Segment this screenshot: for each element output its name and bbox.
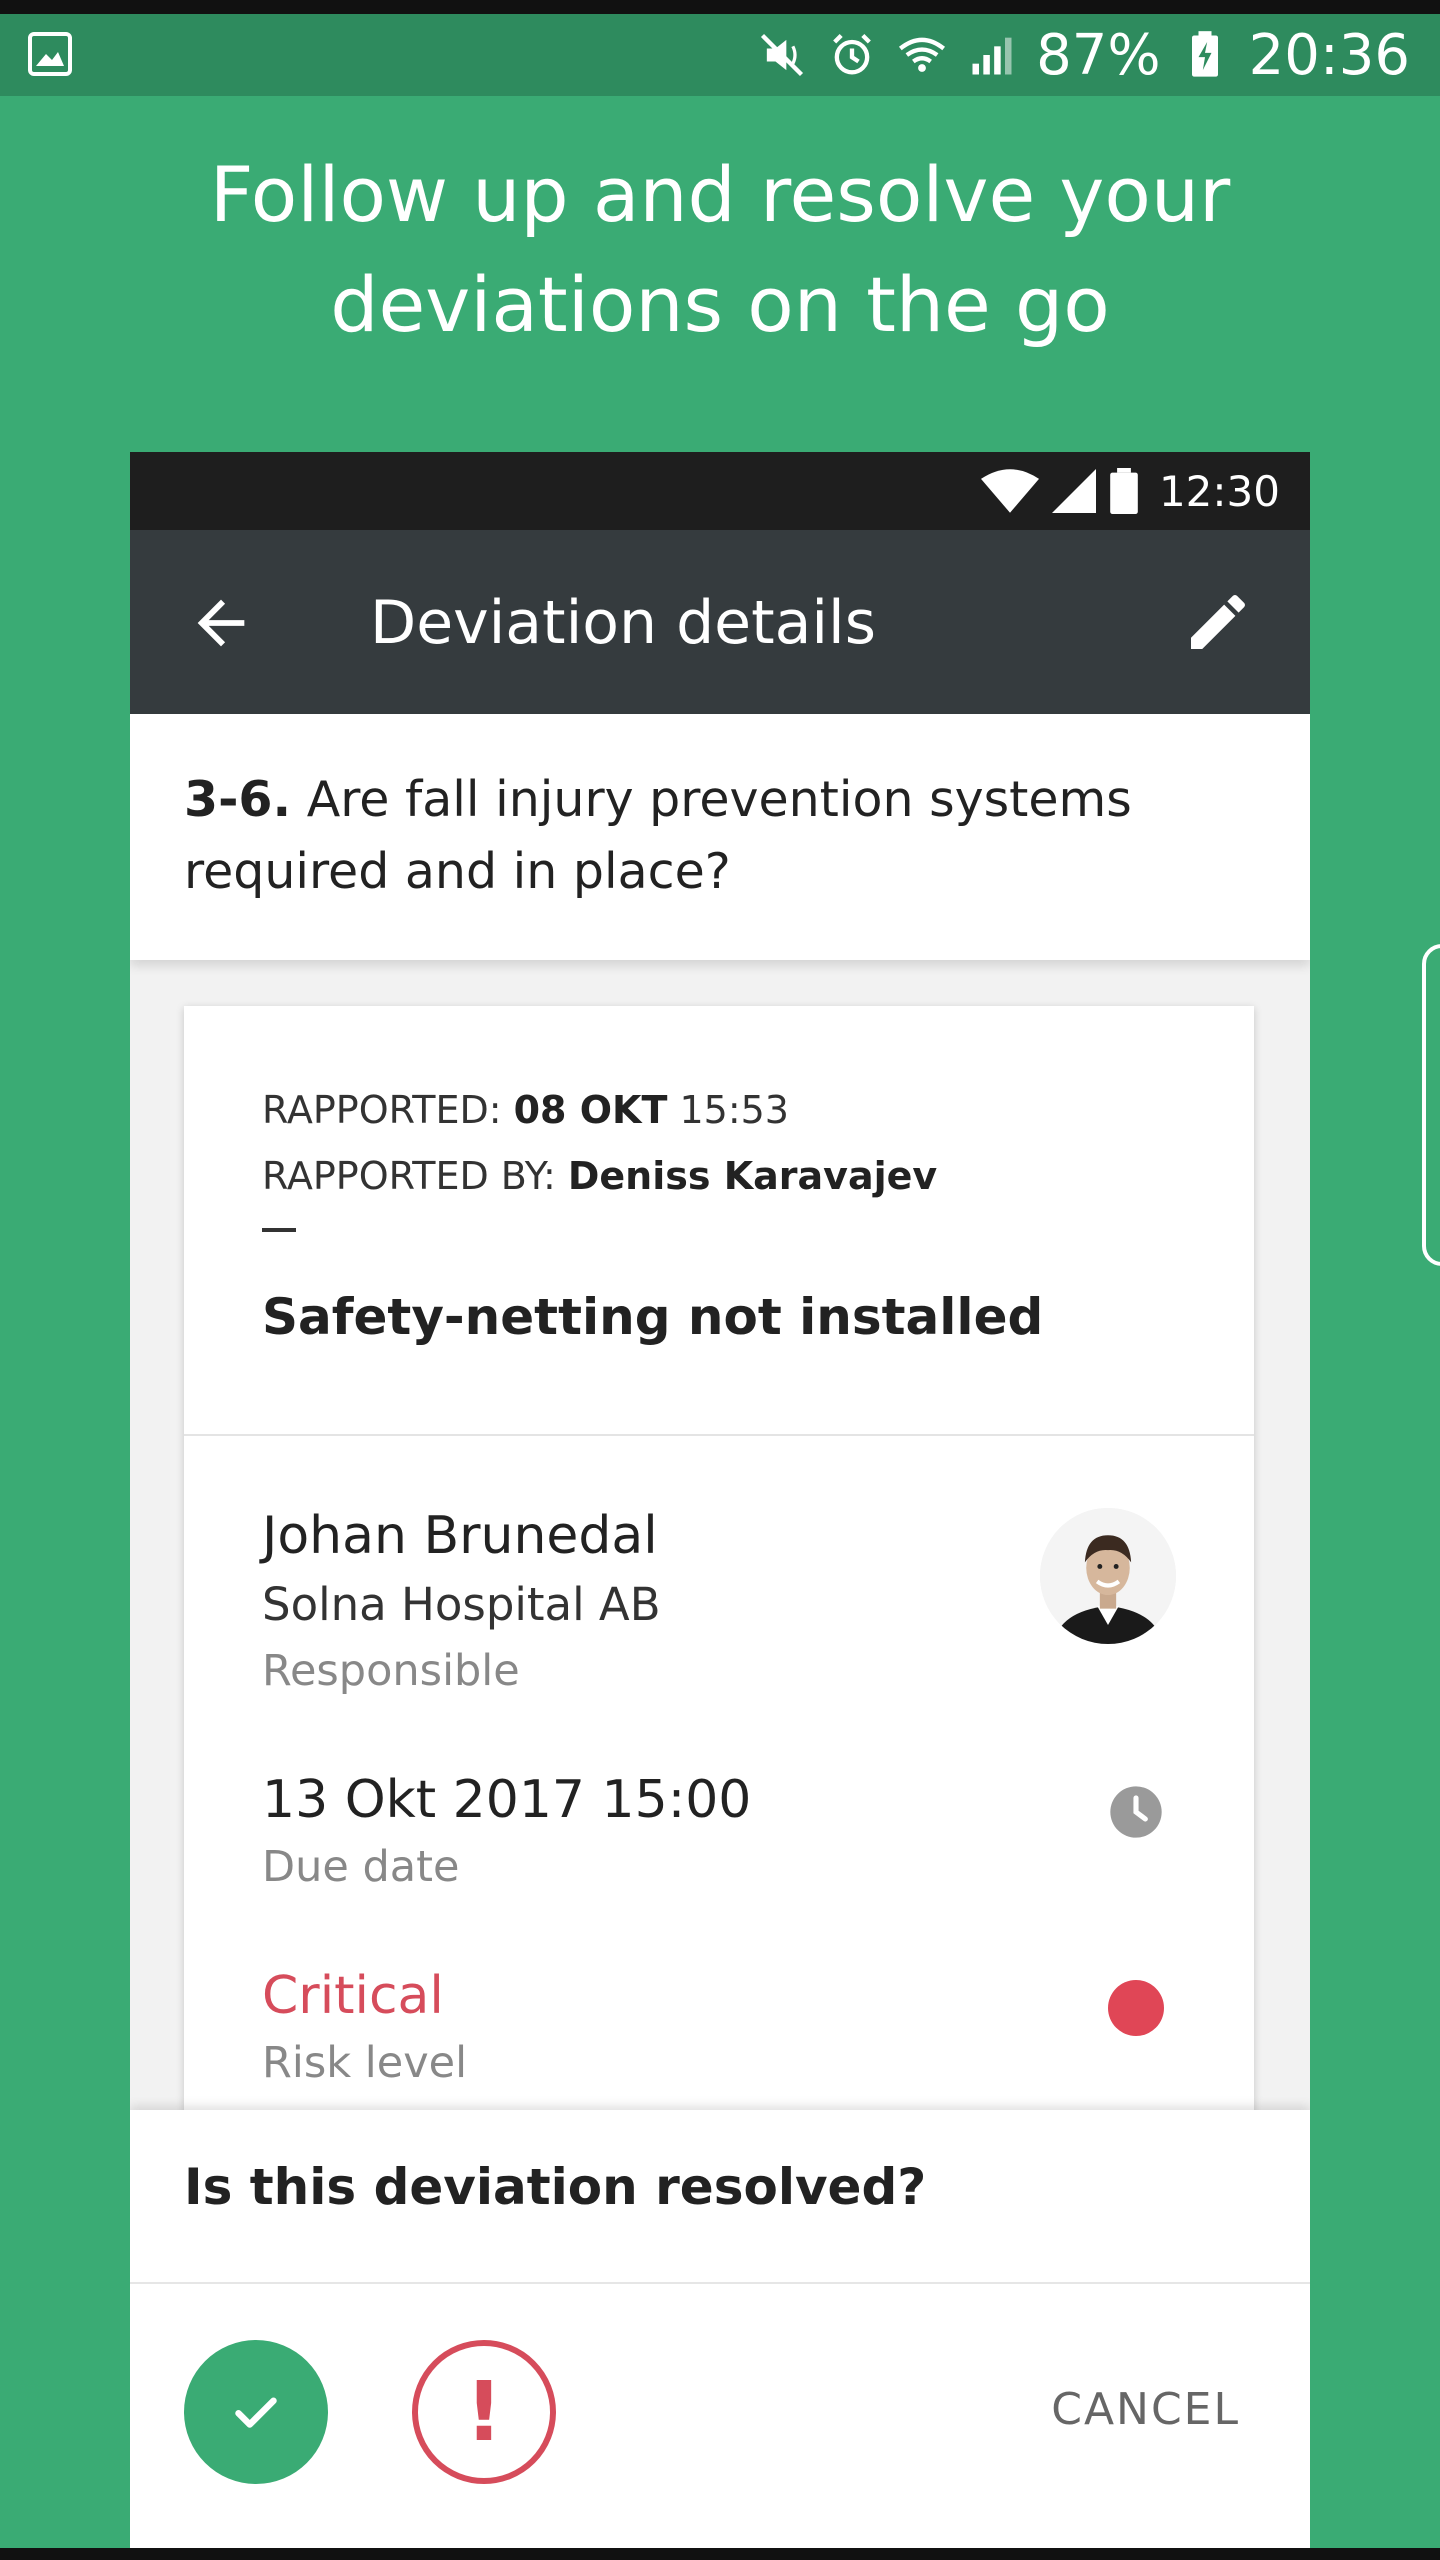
headline: Follow up and resolve your deviations on… — [0, 140, 1440, 360]
check-icon — [235, 2397, 277, 2428]
gallery-icon — [28, 32, 72, 76]
app-bar: Deviation details — [130, 530, 1310, 714]
risk-level-value: Critical — [262, 1966, 444, 2026]
device-status-bar: 87% 20:36 — [0, 14, 1440, 96]
headline-line-1: Follow up and resolve your — [209, 150, 1231, 239]
signal-icon — [1051, 469, 1096, 513]
avatar[interactable] — [1040, 1508, 1176, 1644]
phone-mockup: 12:30 Deviation details 3-6. Are fall in… — [130, 452, 1310, 2560]
deviation-detail-card: RAPPORTED: 08 OKT 15:53 RAPPORTED BY: De… — [184, 1006, 1254, 2186]
battery-charging-icon — [1191, 31, 1218, 77]
responsible-role: Responsible — [262, 1646, 520, 1696]
edit-pencil-icon[interactable] — [1182, 586, 1254, 658]
back-arrow-icon[interactable] — [186, 588, 256, 658]
risk-indicator-dot — [1108, 1980, 1164, 2036]
reported-label: RAPPORTED: — [262, 1088, 514, 1132]
edge-panel-handle[interactable] — [1422, 944, 1440, 1266]
bottom-edge — [0, 2548, 1440, 2560]
sheet-divider — [130, 2282, 1310, 2284]
exclamation-icon: ! — [465, 2364, 503, 2460]
cancel-button[interactable]: CANCEL — [1051, 2384, 1240, 2435]
top-edge — [0, 0, 1440, 14]
wifi-icon — [980, 469, 1039, 513]
reported-row: RAPPORTED: 08 OKT 15:53 — [262, 1088, 789, 1132]
question-number: 3-6. — [184, 771, 292, 828]
risk-level-label: Risk level — [262, 2038, 468, 2088]
alarm-icon — [833, 33, 872, 75]
due-date-label: Due date — [262, 1842, 460, 1892]
due-date-value: 13 Okt 2017 15:00 — [262, 1770, 752, 1830]
battery-percent: 87% — [1036, 22, 1161, 88]
mark-resolved-button[interactable] — [184, 2340, 328, 2484]
headline-line-2: deviations on the go — [330, 260, 1110, 349]
question-body: Are fall injury prevention systems requi… — [184, 771, 1132, 900]
separator-dash — [262, 1228, 296, 1232]
reported-date: 08 OKT — [513, 1088, 668, 1132]
mark-unresolved-button[interactable]: ! — [412, 2340, 556, 2484]
responsible-name: Johan Brunedal — [262, 1506, 658, 1566]
battery-icon — [1110, 468, 1138, 514]
question-text: 3-6. Are fall injury prevention systems … — [184, 764, 1264, 908]
clock-time: 20:36 — [1248, 22, 1410, 88]
reported-by-row: RAPPORTED BY: Deniss Karavajev — [262, 1154, 937, 1198]
phone-status-bar: 12:30 — [130, 452, 1310, 530]
responsible-organization: Solna Hospital AB — [262, 1578, 661, 1631]
reported-by-name: Deniss Karavajev — [567, 1154, 938, 1198]
page-title: Deviation details — [370, 588, 876, 658]
mute-icon — [761, 33, 804, 77]
clock-icon — [1110, 1786, 1162, 1838]
deviation-summary: Safety-netting not installed — [262, 1288, 1044, 1346]
phone-time: 12:30 — [1158, 466, 1280, 516]
resolve-bottom-sheet: Is this deviation resolved? ! CANCEL — [130, 2110, 1310, 2560]
reported-time: 15:53 — [667, 1088, 789, 1132]
card-divider — [184, 1434, 1254, 1436]
reported-by-label: RAPPORTED BY: — [262, 1154, 568, 1198]
resolve-question: Is this deviation resolved? — [184, 2158, 927, 2216]
signal-icon — [972, 37, 1012, 75]
wifi-icon — [899, 37, 946, 72]
question-card: 3-6. Are fall injury prevention systems … — [130, 714, 1310, 960]
